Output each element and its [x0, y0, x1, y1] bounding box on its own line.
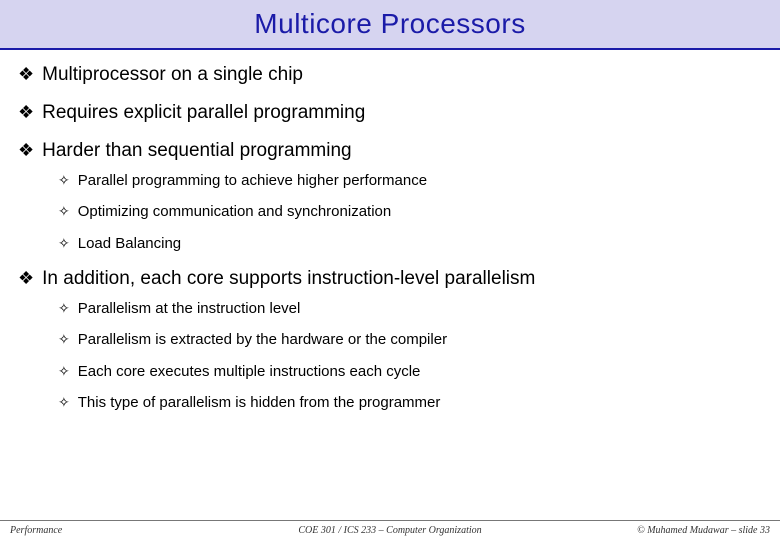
bullet-l2: ✧ Parallelism is extracted by the hardwa…	[58, 331, 762, 349]
sublist: ✧ Parallelism at the instruction level ✧…	[18, 300, 762, 412]
bullet-l2: ✧ Load Balancing	[58, 235, 762, 253]
diamond-bullet-icon: ❖	[18, 64, 34, 86]
bullet-text: Harder than sequential programming	[42, 140, 351, 162]
cross-bullet-icon: ✧	[58, 394, 70, 412]
cross-bullet-icon: ✧	[58, 172, 70, 190]
title-band: Multicore Processors	[0, 0, 780, 50]
slide-title: Multicore Processors	[254, 8, 525, 40]
cross-bullet-icon: ✧	[58, 203, 70, 221]
bullet-l1: ❖ Multiprocessor on a single chip	[18, 64, 762, 86]
footer-center: COE 301 / ICS 233 – Computer Organizatio…	[221, 525, 559, 536]
subbullet-text: Parallelism at the instruction level	[78, 300, 301, 317]
subbullet-text: Each core executes multiple instructions…	[78, 363, 421, 380]
sublist: ✧ Parallel programming to achieve higher…	[18, 172, 762, 253]
bullet-l1: ❖ Requires explicit parallel programming	[18, 102, 762, 124]
bullet-l2: ✧ Parallel programming to achieve higher…	[58, 172, 762, 190]
cross-bullet-icon: ✧	[58, 331, 70, 349]
bullet-text: Requires explicit parallel programming	[42, 102, 365, 124]
footer-right: © Muhamed Mudawar – slide 33	[559, 525, 780, 536]
bullet-l2: ✧ Parallelism at the instruction level	[58, 300, 762, 318]
diamond-bullet-icon: ❖	[18, 268, 34, 290]
subbullet-text: Parallelism is extracted by the hardware…	[78, 331, 447, 348]
subbullet-text: Parallel programming to achieve higher p…	[78, 172, 427, 189]
bullet-l2: ✧ This type of parallelism is hidden fro…	[58, 394, 762, 412]
cross-bullet-icon: ✧	[58, 363, 70, 381]
bullet-l1: ❖ In addition, each core supports instru…	[18, 268, 762, 290]
bullet-l1: ❖ Harder than sequential programming	[18, 140, 762, 162]
footer: Performance COE 301 / ICS 233 – Computer…	[0, 520, 780, 540]
subbullet-text: Load Balancing	[78, 235, 181, 252]
bullet-text: Multiprocessor on a single chip	[42, 64, 303, 86]
slide: Multicore Processors ❖ Multiprocessor on…	[0, 0, 780, 540]
content-area: ❖ Multiprocessor on a single chip ❖ Requ…	[0, 50, 780, 412]
diamond-bullet-icon: ❖	[18, 140, 34, 162]
subbullet-text: Optimizing communication and synchroniza…	[78, 203, 391, 220]
subbullet-text: This type of parallelism is hidden from …	[78, 394, 441, 411]
bullet-l2: ✧ Optimizing communication and synchroni…	[58, 203, 762, 221]
diamond-bullet-icon: ❖	[18, 102, 34, 124]
cross-bullet-icon: ✧	[58, 300, 70, 318]
bullet-text: In addition, each core supports instruct…	[42, 268, 535, 290]
cross-bullet-icon: ✧	[58, 235, 70, 253]
bullet-l2: ✧ Each core executes multiple instructio…	[58, 363, 762, 381]
footer-left: Performance	[0, 525, 221, 536]
